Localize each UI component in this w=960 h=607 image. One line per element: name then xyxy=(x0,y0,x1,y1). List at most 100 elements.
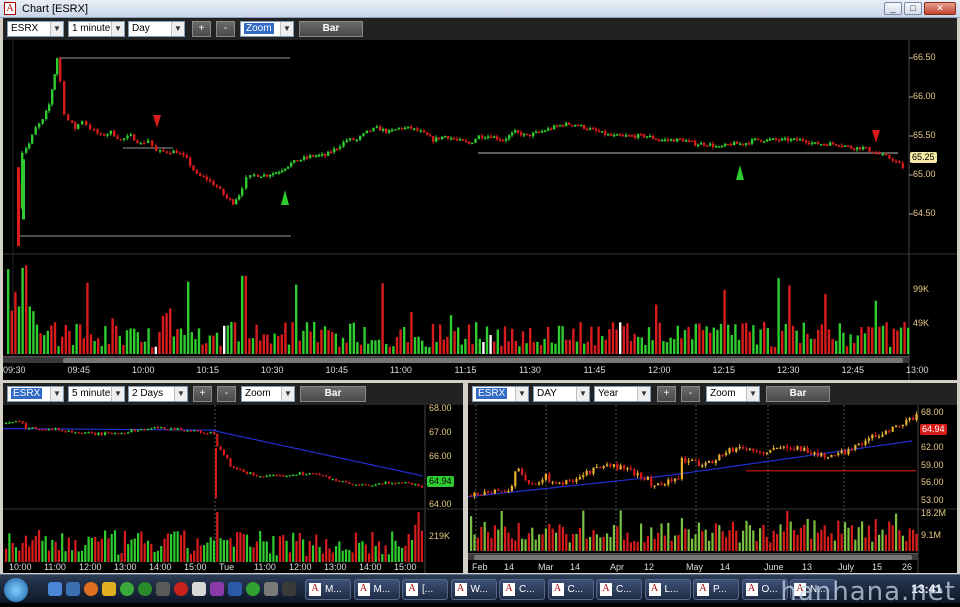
minimize-icon[interactable]: _ xyxy=(884,2,902,15)
candle-body xyxy=(432,136,435,142)
candle-body xyxy=(305,474,308,476)
candle-body xyxy=(338,480,341,482)
zoom-select[interactable]: Zoom ▼ xyxy=(241,386,295,402)
candle-body xyxy=(293,160,296,163)
right-scrollbar[interactable] xyxy=(468,553,918,560)
volume-bar xyxy=(485,326,489,354)
taskbar-window-item[interactable]: A M... xyxy=(353,579,400,600)
maximize-icon[interactable]: □ xyxy=(904,2,922,15)
period-select[interactable]: Year ▼ xyxy=(594,386,651,402)
taskbar-window-item[interactable]: A M... xyxy=(305,579,351,600)
interval-select[interactable]: 5 minutes ▼ xyxy=(68,386,125,402)
taskbar-window-item[interactable]: A C... xyxy=(499,579,545,600)
candle-body xyxy=(31,134,34,144)
firefox-icon[interactable] xyxy=(84,582,98,596)
interval-select[interactable]: DAY ▼ xyxy=(533,386,590,402)
volume-bar xyxy=(371,532,374,562)
volume-bar xyxy=(259,340,262,354)
volume-bar xyxy=(500,510,503,551)
candle-body xyxy=(827,457,830,459)
candle-body xyxy=(697,460,700,466)
volume-bar xyxy=(34,535,37,562)
scrollbar-thumb[interactable] xyxy=(474,555,912,560)
mail-icon[interactable] xyxy=(228,582,242,596)
volume-bar xyxy=(64,551,67,562)
volume-bar xyxy=(199,545,202,562)
close-icon[interactable]: ✕ xyxy=(924,2,956,15)
zoom-in-button[interactable]: + xyxy=(193,386,212,402)
symbol-select[interactable]: ESRX ▼ xyxy=(7,21,64,37)
taskbar-window-item[interactable]: A C... xyxy=(547,579,594,600)
period-select[interactable]: Day ▼ xyxy=(128,21,185,37)
calc-icon[interactable] xyxy=(264,582,278,596)
interval-select[interactable]: 1 minute ▼ xyxy=(68,21,125,37)
scrollbar-thumb[interactable] xyxy=(63,358,903,363)
main-scrollbar[interactable] xyxy=(3,356,909,363)
main-chart-pane[interactable]: 66.50 66.00 65.50 65.00 64.50 65.25 99K 49K 0… xyxy=(3,40,957,380)
volume-bar xyxy=(262,334,265,354)
chart-style-button[interactable]: Bar xyxy=(766,386,830,402)
zoom-select[interactable]: Zoom ▼ xyxy=(706,386,760,402)
taskbar-window-item[interactable]: A C... xyxy=(596,579,642,600)
volume-bar xyxy=(245,534,249,562)
price-tick-label: 68.00 xyxy=(429,403,452,413)
candle-body xyxy=(684,458,687,463)
chart-style-button[interactable]: Bar xyxy=(299,21,363,37)
show-desktop-icon[interactable] xyxy=(48,582,62,596)
right-chart-pane[interactable]: 68.0065.0062.0059.0056.0053.00 64.94 18.… xyxy=(468,405,957,573)
time-tick-label: 10:15 xyxy=(196,365,220,375)
chrome-icon[interactable] xyxy=(120,582,134,596)
opera-icon[interactable] xyxy=(174,582,188,596)
candle-body xyxy=(524,474,527,480)
candle-body xyxy=(414,483,417,486)
taskbar-window-item[interactable]: A L... xyxy=(644,579,691,600)
volume-bar xyxy=(881,325,885,354)
candle-body xyxy=(345,140,349,142)
candle-body xyxy=(660,483,663,486)
candle-body xyxy=(199,430,202,434)
volume-bar xyxy=(583,343,586,354)
period-select[interactable]: 2 Days ▼ xyxy=(128,386,188,402)
vpn-icon[interactable] xyxy=(210,582,224,596)
time-tick-label: 14 xyxy=(720,562,731,572)
volume-bar xyxy=(856,335,859,354)
intraday-2day-chart[interactable] xyxy=(3,405,463,573)
daily-1year-chart[interactable] xyxy=(468,405,957,573)
feed-icon[interactable] xyxy=(246,582,260,596)
app-icon[interactable] xyxy=(156,582,170,596)
candle-body xyxy=(407,126,410,129)
zoom-out-button[interactable]: - xyxy=(217,386,236,402)
candle-body xyxy=(384,482,387,484)
symbol-select[interactable]: ESRX ▼ xyxy=(7,386,64,402)
candle-body xyxy=(553,125,556,130)
explorer-icon[interactable] xyxy=(66,582,80,596)
utorrent-icon[interactable] xyxy=(138,582,152,596)
zoom-select[interactable]: Zoom ▼ xyxy=(240,21,294,37)
left-chart-pane[interactable]: 68.0067.0066.0065.0064.00 64.94 219K 10:… xyxy=(3,403,463,573)
volume-bar xyxy=(404,545,407,562)
main-price-chart[interactable] xyxy=(3,40,957,380)
candle-body xyxy=(772,448,775,451)
candle-body xyxy=(56,58,59,75)
volume-bar xyxy=(352,322,355,354)
start-icon[interactable] xyxy=(4,578,28,602)
folder-icon[interactable] xyxy=(102,582,116,596)
candle-body xyxy=(523,133,526,136)
volume-bar xyxy=(643,542,646,551)
zoom-in-button[interactable]: + xyxy=(192,21,211,37)
paint-icon[interactable] xyxy=(192,582,206,596)
volume-bar xyxy=(104,530,107,562)
chart-style-button[interactable]: Bar xyxy=(300,386,366,402)
volume-bar xyxy=(907,327,910,354)
taskbar-window-item[interactable]: A P... xyxy=(693,579,739,600)
zoom-out-button[interactable]: - xyxy=(681,386,700,402)
volume-bar xyxy=(676,325,679,354)
taskbar-window-item[interactable]: A [... xyxy=(402,579,448,600)
terminal-icon[interactable] xyxy=(282,582,296,596)
zoom-in-button[interactable]: + xyxy=(657,386,676,402)
candle-body xyxy=(859,147,862,150)
zoom-out-button[interactable]: - xyxy=(216,21,235,37)
taskbar-window-item[interactable]: A W... xyxy=(450,579,497,600)
candle-body xyxy=(793,449,796,451)
symbol-select[interactable]: ESRX ▼ xyxy=(472,386,529,402)
